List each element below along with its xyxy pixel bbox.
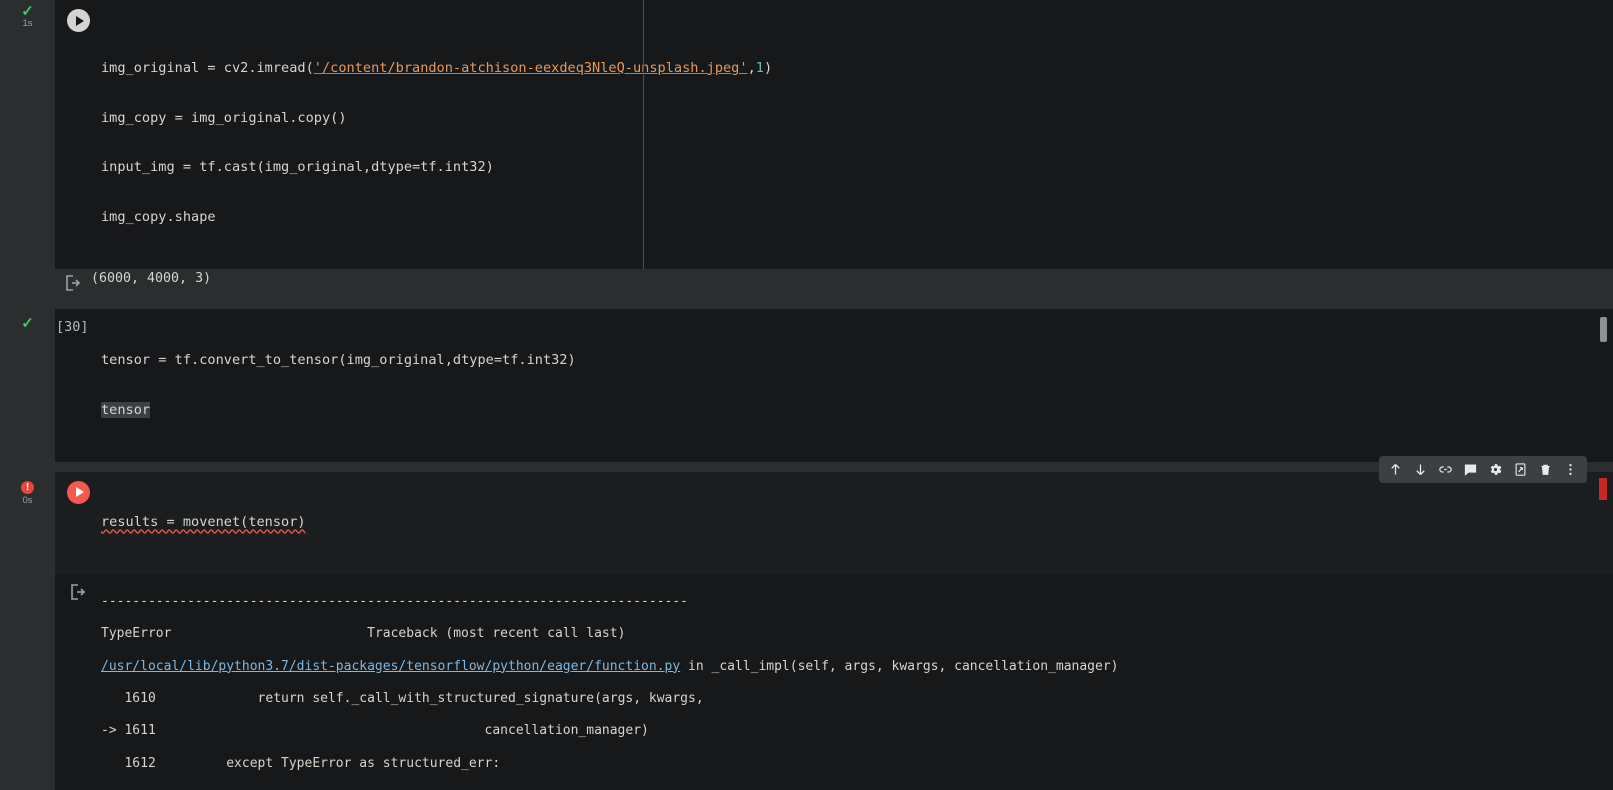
traceback-link-line-1: /usr/local/lib/python3.7/dist-packages/t…: [101, 658, 1119, 674]
cell-1-timing: 1s: [22, 18, 33, 29]
mirror-tab-icon[interactable]: [1509, 458, 1532, 481]
cell-1-output: (6000, 4000, 3): [55, 268, 1613, 301]
colab-notebook: ✓ 1s img_original = cv2.imread('/content…: [0, 0, 1613, 790]
cell-3-traceback: ----------------------------------------…: [101, 574, 1613, 790]
code-line-1: tensor = tf.convert_to_tensor(img_origin…: [101, 352, 576, 369]
cell-1-output-icon-col: [55, 269, 91, 301]
cell-2-scrollbar-thumb[interactable]: [1600, 316, 1607, 342]
cell-spacer-2: [0, 461, 1613, 472]
output-arrow-icon: [70, 583, 86, 600]
cell-2-code[interactable]: tensor = tf.convert_to_tensor(img_origin…: [101, 309, 1613, 462]
comment-icon[interactable]: [1459, 458, 1482, 481]
error-badge-icon: !: [21, 480, 34, 494]
cell-3-code-block[interactable]: results = movenet(tensor): [55, 471, 1613, 574]
cell-2-gutter: ✓: [0, 308, 55, 462]
notebook-cell-2: ✓ [30] tensor = tf.convert_to_tensor(img…: [0, 308, 1613, 462]
code-line-1: results = movenet(tensor): [101, 513, 306, 530]
move-cell-down-button[interactable]: [1409, 458, 1432, 481]
cell-spacer-1: [0, 300, 1613, 309]
cell-3-error-marker[interactable]: [1599, 477, 1607, 500]
cell-2-exec-count: [30]: [56, 318, 89, 335]
cell-1-code-block[interactable]: img_original = cv2.imread('/content/bran…: [55, 0, 1613, 269]
code-line-1: img_original = cv2.imread('/content/bran…: [101, 59, 773, 76]
traceback-code-line: 1612 except TypeError as structured_err:: [101, 755, 501, 771]
link-icon[interactable]: [1434, 458, 1457, 481]
cell-1-code[interactable]: img_original = cv2.imread('/content/bran…: [101, 0, 1613, 269]
output-arrow-icon: [65, 275, 81, 291]
play-icon: [75, 15, 84, 26]
play-icon: [75, 487, 84, 498]
cell-1-output-text: (6000, 4000, 3): [91, 270, 212, 286]
traceback-code-line: 1610 return self._call_with_structured_s…: [101, 691, 704, 707]
run-button-error[interactable]: [66, 480, 90, 504]
cell-2-code-block[interactable]: [30] tensor = tf.convert_to_tensor(img_o…: [55, 308, 1613, 462]
traceback-title-1: TypeError Traceback (most recent call la…: [101, 626, 626, 642]
code-line-3: input_img = tf.cast(img_original,dtype=t…: [101, 159, 494, 176]
move-cell-up-button[interactable]: [1384, 458, 1407, 481]
cell-3-output-icon-col: [55, 574, 101, 790]
cell-1-run-col: [55, 0, 101, 32]
cell-3-timing: 0s: [22, 494, 33, 506]
run-button[interactable]: [66, 9, 90, 32]
code-line-4: img_copy.shape: [101, 209, 216, 226]
cell-1-gutter: ✓ 1s: [0, 0, 55, 301]
code-line-2: tensor: [101, 401, 151, 418]
cell-3-gutter: ! 0s: [0, 471, 55, 790]
cell-3-code[interactable]: results = movenet(tensor): [101, 472, 1613, 574]
column-ruler: [643, 0, 644, 269]
cell-3-run-col: [55, 472, 101, 504]
cell-3-output: ----------------------------------------…: [55, 573, 1613, 790]
gear-icon[interactable]: [1484, 458, 1507, 481]
trash-icon[interactable]: [1534, 458, 1557, 481]
check-icon: ✓: [21, 314, 34, 332]
traceback-code-line: -> 1611 cancellation_manager): [101, 723, 649, 739]
notebook-cell-3: ! 0s results = movenet(tensor) ---------…: [0, 455, 1613, 790]
notebook-cell-1: ✓ 1s img_original = cv2.imread('/content…: [0, 0, 1613, 301]
cell-toolbar: [1379, 455, 1587, 483]
traceback-divider: ----------------------------------------…: [101, 593, 688, 609]
check-icon: ✓: [21, 3, 34, 20]
code-line-2: img_copy = img_original.copy(): [101, 109, 347, 126]
more-vert-icon[interactable]: [1559, 458, 1582, 481]
traceback-file-link[interactable]: /usr/local/lib/python3.7/dist-packages/t…: [101, 659, 680, 674]
